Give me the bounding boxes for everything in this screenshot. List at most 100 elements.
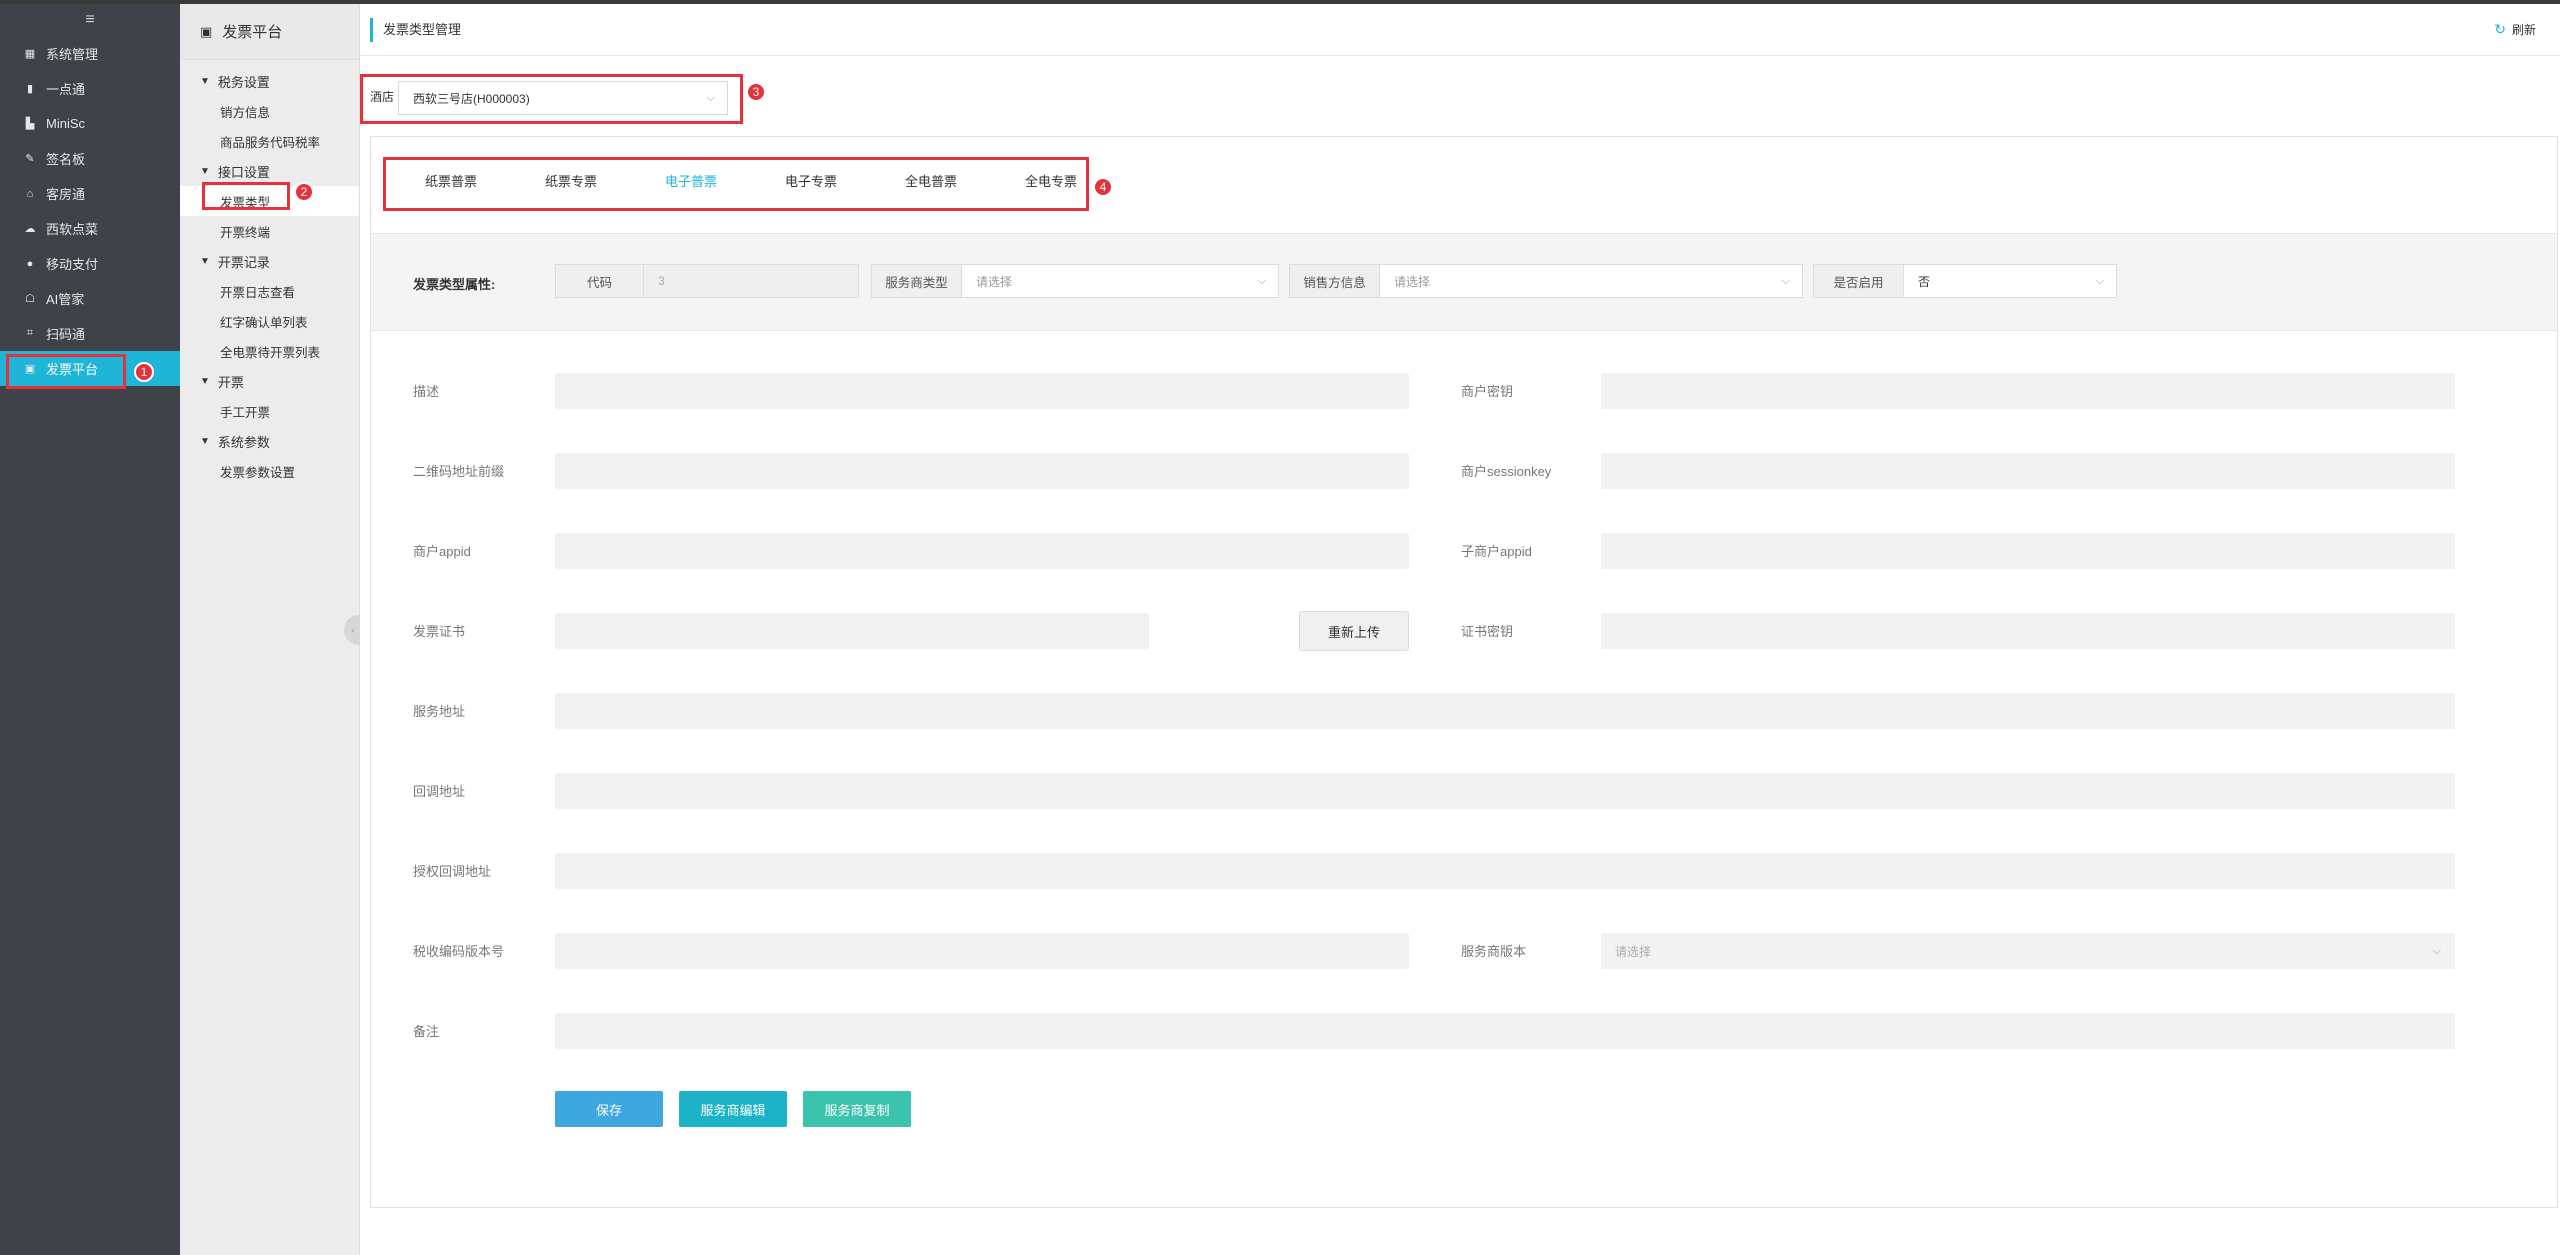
caret-down-icon: ▼ [200,75,210,87]
nav-item-terminal[interactable]: 开票终端 [180,216,359,246]
nav-item-seller-info[interactable]: 销方信息 [180,96,359,126]
merchant-appid-input[interactable] [555,533,1409,569]
enabled-select[interactable]: 是否启用 否 ⌵ [1813,264,2117,298]
merchant-sessionkey-input[interactable] [1601,453,2455,489]
pen-icon: ✎ [25,153,35,165]
callback-url-input[interactable] [555,773,2455,809]
robot-icon: ☖ [25,293,35,305]
sidebar-item-system[interactable]: ▦ 系统管理 [0,36,180,71]
description-input[interactable] [555,373,1409,409]
seller-info-select[interactable]: 销售方信息 请选择 ⌵ [1289,264,1803,298]
page-header: 发票类型管理 ↻ 刷新 [360,4,2560,56]
invoice-icon: ▣ [200,23,213,39]
sidebar-item-label: AI管家 [46,292,85,307]
remark-input[interactable] [555,1013,2455,1049]
nav-item-tax-rate[interactable]: 商品服务代码税率 [180,126,359,156]
nav-group-records[interactable]: ▼ 开票记录 [180,246,359,276]
tax-code-version-input[interactable] [555,933,1409,969]
save-button[interactable]: 保存 [555,1091,663,1127]
sidebar-item-signpad[interactable]: ✎ 签名板 [0,141,180,176]
provider-copy-button[interactable]: 服务商复制 [803,1091,911,1127]
nav-group-params[interactable]: ▼ 系统参数 [180,426,359,456]
attribute-title: 发票类型属性: [413,277,496,292]
nav-group-issue[interactable]: ▼ 开票 [180,366,359,396]
sidebar-item-rooms[interactable]: ⌂ 客房通 [0,176,180,211]
chevron-down-icon: ⌵ [1781,274,1790,287]
certificate-input[interactable] [555,613,1149,649]
nav-item-red-list[interactable]: 红字确认单列表 [180,306,359,336]
reupload-button[interactable]: 重新上传 [1299,611,1409,651]
sidebar-item-label: 客房通 [46,187,86,202]
sidebar-item-label: 扫码通 [46,327,86,342]
sub-merchant-appid-input[interactable] [1601,533,2455,569]
nav-item-log[interactable]: 开票日志查看 [180,276,359,306]
pay-icon: ● [26,257,34,270]
sidebar-item-label: 移动支付 [46,257,99,272]
scan-icon: ⌗ [26,327,34,339]
cert-key-input[interactable] [1601,613,2455,649]
invoice-type-panel: 纸票普票 纸票专票 电子普票 电子专票 全电普票 全电专票 4 发票类型属性: … [370,136,2558,1208]
service-url-input[interactable] [555,693,2455,729]
sidebar-item-minisc[interactable]: ▙ MiniSc [0,106,180,141]
annotation-box-1 [6,354,126,389]
nav-item-invoice-params[interactable]: 发票参数设置 [180,456,359,486]
tax-code-version-label: 税收编码版本号 [413,944,505,959]
sidebar-item-label: 一点通 [46,82,86,97]
nav-item-manual-issue[interactable]: 手工开票 [180,396,359,426]
sidebar-item-label: 签名板 [46,152,86,167]
sidebar-item-scan[interactable]: ⌗ 扫码通 [0,316,180,351]
remark-label: 备注 [413,1024,440,1039]
provider-edit-button[interactable]: 服务商编辑 [679,1091,787,1127]
sidebar-item-ordering[interactable]: ☁ 西软点菜 [0,211,180,246]
annotation-box-2 [202,182,290,210]
qr-prefix-input[interactable] [555,453,1409,489]
chevron-down-icon: ⌵ [2095,274,2104,287]
nav-group-tax[interactable]: ▼ 税务设置 [180,66,359,96]
provider-type-label: 服务商类型 [872,265,962,297]
provider-type-value: 请选择 ⌵ [976,274,1266,289]
sidebar-item-label: 系统管理 [46,47,99,62]
merchant-key-input[interactable] [1601,373,2455,409]
code-label: 代码 [556,265,644,297]
sidebar-item-ai[interactable]: ☖ AI管家 [0,281,180,316]
mini-chart-icon: ▙ [25,118,35,130]
chevron-down-icon: ⌵ [2432,944,2441,957]
provider-version-label: 服务商版本 [1461,944,1527,959]
annotation-badge-3: 3 [746,82,766,102]
auth-callback-url-input[interactable] [555,853,2455,889]
annotation-badge-1: 1 [134,362,154,382]
sidebar-item-payment[interactable]: ● 移动支付 [0,246,180,281]
cloud-icon: ☁ [24,223,36,235]
caret-down-icon: ▼ [200,435,210,447]
certificate-label: 发票证书 [413,624,466,639]
chevron-down-icon: ⌵ [706,91,715,104]
caret-down-icon: ▼ [200,255,210,267]
caret-down-icon: ▼ [200,375,210,387]
attribute-bar: 发票类型属性: 代码 3 服务商类型 请选择 ⌵ 销售方信息 请选择 ⌵ 是否启用 … [371,233,2557,331]
seller-info-label: 销售方信息 [1290,265,1380,297]
code-field[interactable]: 代码 3 [555,264,859,298]
annotation-badge-2: 2 [294,182,314,202]
sidebar-item-yidiantong[interactable]: ▮ 一点通 [0,71,180,106]
refresh-button[interactable]: ↻ 刷新 [2494,21,2536,38]
main-sidebar: ≡ ▦ 系统管理 ▮ 一点通 ▙ MiniSc ✎ 签名板 ⌂ 客房通 ☁ 西软点菜 ● 移动… [0,4,180,1255]
home-icon: ⌂ [26,187,34,200]
hotel-select[interactable]: 西软三号店(H000003) ⌵ [398,81,728,115]
callback-url-label: 回调地址 [413,784,466,799]
description-label: 描述 [413,384,440,399]
merchant-sessionkey-label: 商户sessionkey [1461,464,1552,479]
chevron-down-icon: ⌵ [1257,274,1266,287]
hotel-label: 酒店 [370,90,395,104]
nav-item-pending-list[interactable]: 全电票待开票列表 [180,336,359,366]
secondary-nav-title: ▣ 发票平台 [180,4,359,60]
cert-key-label: 证书密钥 [1461,624,1514,639]
main-content: 发票类型管理 ↻ 刷新 酒店 西软三号店(H000003) ⌵ 3 纸票普票 纸票专… [360,4,2560,1255]
provider-version-select[interactable]: 请选择 ⌵ [1601,933,2455,969]
annotation-badge-4: 4 [1093,177,1113,197]
provider-type-select[interactable]: 服务商类型 请选择 ⌵ [871,264,1279,298]
bar-chart-icon: ▮ [26,83,34,95]
merchant-appid-label: 商户appid [413,544,471,559]
code-value: 3 [644,265,858,297]
menu-toggle-icon[interactable]: ≡ [0,4,180,36]
merchant-key-label: 商户密钥 [1461,384,1514,399]
